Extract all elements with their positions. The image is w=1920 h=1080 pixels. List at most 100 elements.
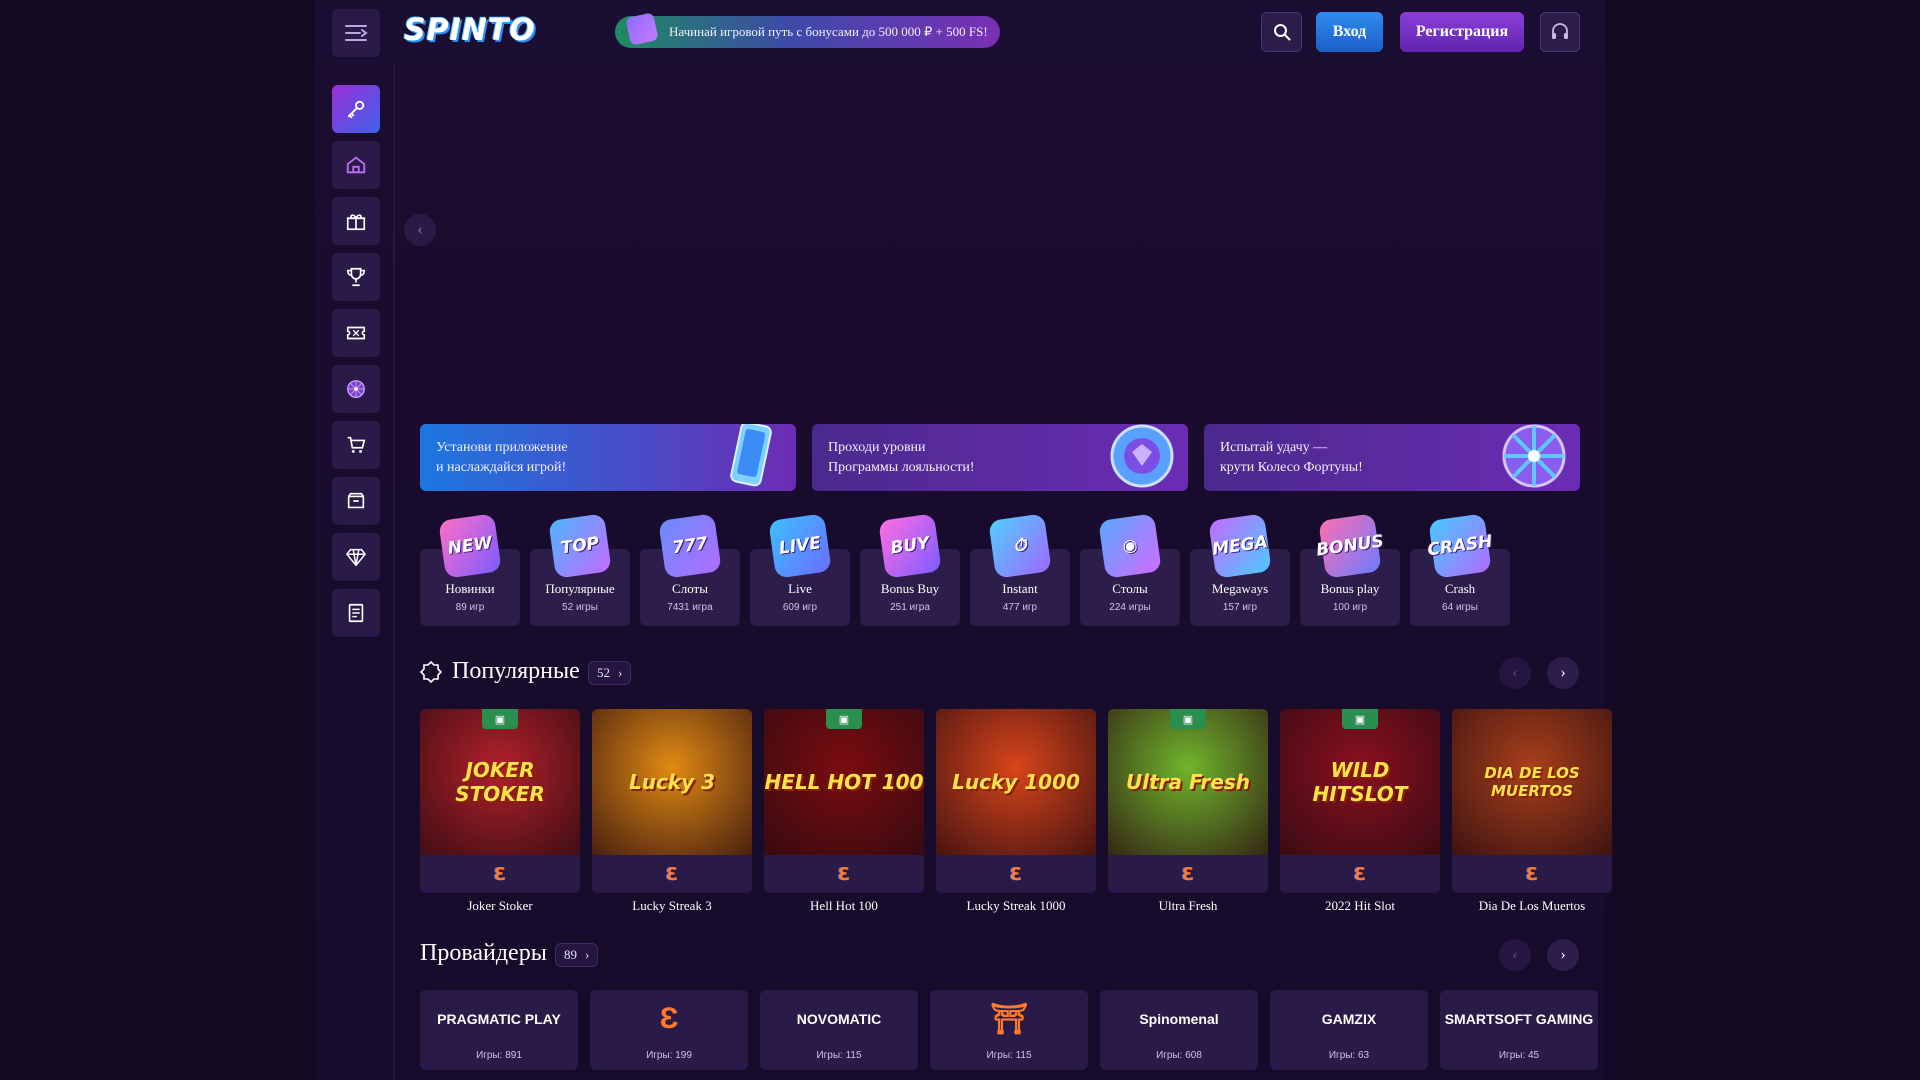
category-tile[interactable]: 777 Слоты 7431 игра bbox=[640, 513, 740, 626]
popular-count-button[interactable]: 52 › bbox=[588, 661, 632, 685]
game-title[interactable]: Hell Hot 100 bbox=[764, 898, 924, 914]
category-count: 7431 игра bbox=[667, 602, 713, 613]
game-card[interactable]: DIA DE LOS MUERTOS Ɛ bbox=[1452, 709, 1612, 893]
endorphina-icon: Ɛ bbox=[1353, 863, 1367, 885]
popular-next-button[interactable]: › bbox=[1547, 657, 1579, 689]
sidebar-item-home[interactable] bbox=[332, 141, 380, 189]
category-tile[interactable]: BUY Bonus Buy 251 игра bbox=[860, 513, 960, 626]
game-card[interactable]: Ultra Fresh ▣ Ɛ bbox=[1108, 709, 1268, 893]
category-count: 89 игр bbox=[455, 602, 485, 613]
gift-box-icon bbox=[625, 12, 659, 46]
game-title[interactable]: Joker Stoker bbox=[420, 898, 580, 914]
provider-card[interactable]: PRAGMATIC PLAY Игры: 891 bbox=[420, 990, 578, 1070]
game-card[interactable]: Lucky 1000 Ɛ bbox=[936, 709, 1096, 893]
provider-card[interactable]: Spinomenal Игры: 608 bbox=[1100, 990, 1258, 1070]
game-title[interactable]: Ultra Fresh bbox=[1108, 898, 1268, 914]
promo-card-fortune-wheel[interactable]: Испытай удачу — крути Колесо Фортуны! bbox=[1204, 424, 1580, 491]
provider-card[interactable]: GAMZIX Игры: 63 bbox=[1270, 990, 1428, 1070]
spinto-logo[interactable]: SPINTO bbox=[404, 14, 552, 48]
banner-prev-button[interactable]: ‹ bbox=[404, 214, 436, 246]
sidebar-item-shop[interactable] bbox=[332, 421, 380, 469]
sidebar-item-lottery[interactable] bbox=[332, 309, 380, 357]
home-icon bbox=[346, 156, 366, 174]
menu-icon bbox=[345, 25, 368, 41]
provider-game-count: Игры: 608 bbox=[1156, 1050, 1202, 1061]
sidebar-item-rules[interactable] bbox=[332, 589, 380, 637]
sidebar-item-inventory[interactable] bbox=[332, 477, 380, 525]
provider-card[interactable]: SMARTSOFT GAMING Игры: 45 bbox=[1440, 990, 1598, 1070]
endorphina-icon: Ɛ bbox=[1181, 863, 1195, 885]
diamond-icon bbox=[345, 548, 367, 567]
login-button[interactable]: Вход bbox=[1316, 12, 1383, 52]
provider-game-count: Игры: 115 bbox=[816, 1050, 862, 1061]
category-tile[interactable]: BONUS Bonus play 100 игр bbox=[1300, 513, 1400, 626]
game-thumbnail: Lucky 3 bbox=[592, 709, 752, 855]
provider-mark: Ɛ bbox=[936, 855, 1096, 893]
category-tile[interactable]: ⏱ Instant 477 игр bbox=[970, 513, 1070, 626]
providers-count-button[interactable]: 89 › bbox=[555, 943, 599, 967]
sidebar-item-vip[interactable] bbox=[332, 533, 380, 581]
promo-card-text: Проходи уровни Программы лояльности! bbox=[828, 439, 975, 475]
welcome-promo-banner[interactable]: Начинай игровой путь с бонусами до 500 0… bbox=[615, 16, 1000, 48]
chevron-left-icon: ‹ bbox=[1512, 946, 1518, 963]
box-icon bbox=[347, 492, 365, 509]
game-title[interactable]: Dia De Los Muertos bbox=[1452, 898, 1612, 914]
promo-card-app[interactable]: Установи приложение и наслаждайся игрой! bbox=[420, 424, 796, 491]
category-tile[interactable]: CRASH Crash 64 игры bbox=[1410, 513, 1510, 626]
popular-prev-button[interactable]: ‹ bbox=[1499, 657, 1531, 689]
sidebar-item-gifts[interactable] bbox=[332, 197, 380, 245]
game-card[interactable]: WILD HITSLOT ▣ Ɛ bbox=[1280, 709, 1440, 893]
provider-logo: GAMZIX bbox=[1321, 1011, 1377, 1027]
category-tile[interactable]: MEGA Megaways 157 игр bbox=[1190, 513, 1290, 626]
category-tile[interactable]: LIVE Live 609 игр bbox=[750, 513, 850, 626]
support-button[interactable] bbox=[1540, 12, 1580, 52]
category-label: Megaways bbox=[1211, 581, 1269, 596]
game-thumbnail: Lucky 1000 bbox=[936, 709, 1096, 855]
sidebar-divider bbox=[393, 64, 395, 1080]
sidebar-item-wheel[interactable] bbox=[332, 365, 380, 413]
providers-count: 89 bbox=[564, 947, 577, 962]
smartphone-icon bbox=[730, 424, 772, 487]
game-title[interactable]: Lucky Streak 1000 bbox=[936, 898, 1096, 914]
provider-mark: Ɛ bbox=[1452, 855, 1612, 893]
chevron-right-icon: › bbox=[1560, 664, 1566, 681]
category-label: Bonus play bbox=[1320, 581, 1380, 596]
game-card[interactable]: Lucky 3 Ɛ bbox=[592, 709, 752, 893]
game-card[interactable]: HELL HOT 100 ▣ Ɛ bbox=[764, 709, 924, 893]
endorphina-icon: Ɛ bbox=[1525, 863, 1539, 885]
promo-text: Начинай игровой путь с бонусами до 500 0… bbox=[669, 24, 988, 39]
game-title[interactable]: Lucky Streak 3 bbox=[592, 898, 752, 914]
promo-card-loyalty[interactable]: Проходи уровни Программы лояльности! bbox=[812, 424, 1188, 491]
search-button[interactable] bbox=[1261, 12, 1302, 52]
endorphina-icon: Ɛ bbox=[1009, 863, 1023, 885]
provider-card[interactable]: NOVOMATIC Игры: 115 bbox=[760, 990, 918, 1070]
providers-section-title: Провайдеры bbox=[420, 940, 547, 966]
key-icon bbox=[347, 100, 365, 119]
providers-next-button[interactable]: › bbox=[1547, 939, 1579, 971]
category-label: Столы bbox=[1112, 581, 1148, 596]
menu-toggle-button[interactable] bbox=[332, 9, 380, 57]
gift-icon: ▣ bbox=[1342, 709, 1378, 729]
game-thumbnail: Ultra Fresh bbox=[1108, 709, 1268, 855]
game-card[interactable]: JOKER STOKER ▣ Ɛ bbox=[420, 709, 580, 893]
category-label: Популярные bbox=[545, 581, 615, 596]
game-title[interactable]: 2022 Hit Slot bbox=[1280, 898, 1440, 914]
provider-card[interactable]: Ɛ Игры: 199 bbox=[590, 990, 748, 1070]
providers-prev-button[interactable]: ‹ bbox=[1499, 939, 1531, 971]
register-button[interactable]: Регистрация bbox=[1400, 12, 1524, 52]
provider-logo: Spinomenal bbox=[1139, 1011, 1219, 1027]
provider-logo: NOVOMATIC bbox=[796, 1011, 882, 1027]
category-tile[interactable]: NEW Новинки 89 игр bbox=[420, 513, 520, 626]
provider-card[interactable]: ⛩ Игры: 115 bbox=[930, 990, 1088, 1070]
fortune-wheel-icon bbox=[1502, 424, 1566, 488]
category-tile[interactable]: ◉ Столы 224 игры bbox=[1080, 513, 1180, 626]
sidebar-item-key[interactable] bbox=[332, 85, 380, 133]
provider-game-count: Игры: 891 bbox=[476, 1050, 522, 1061]
endorphina-icon: Ɛ bbox=[493, 863, 507, 885]
top-badge-icon bbox=[419, 660, 443, 684]
chevron-left-icon: ‹ bbox=[417, 221, 423, 238]
headset-icon bbox=[1552, 23, 1568, 39]
category-tile[interactable]: TOP Популярные 52 игры bbox=[530, 513, 630, 626]
provider-game-count: Игры: 45 bbox=[1498, 1050, 1540, 1061]
sidebar-item-tournaments[interactable] bbox=[332, 253, 380, 301]
